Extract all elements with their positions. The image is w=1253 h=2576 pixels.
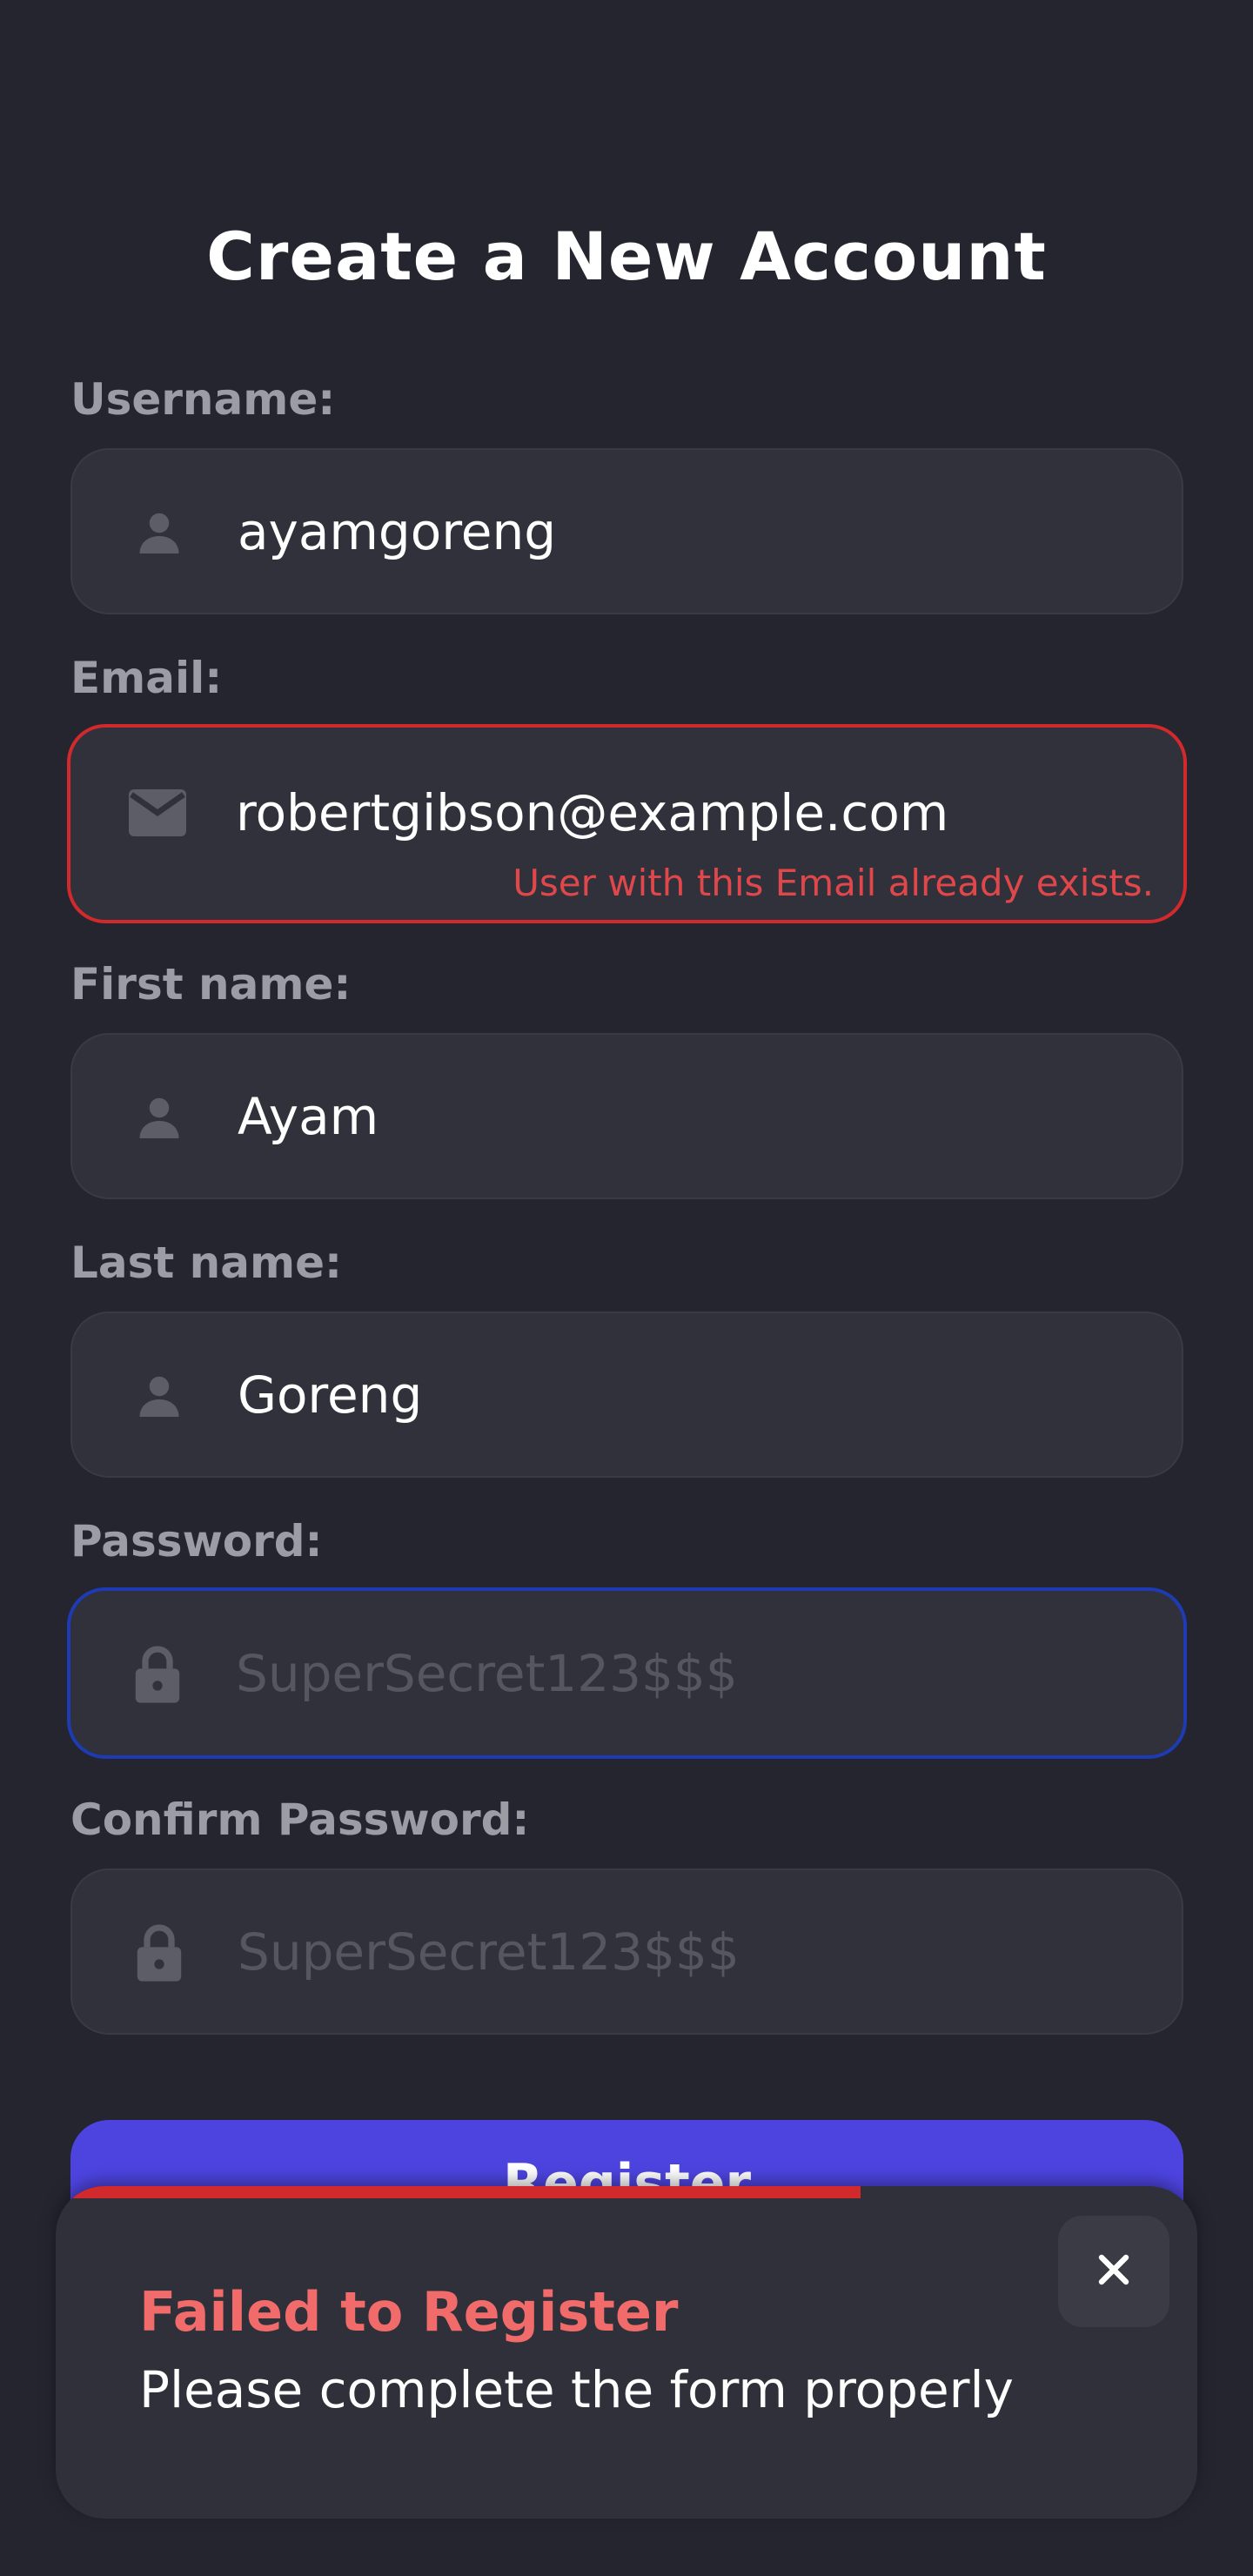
lock-icon xyxy=(124,1640,191,1707)
email-error-message: User with this Email already exists. xyxy=(513,862,1154,904)
first-name-field-container[interactable] xyxy=(70,1033,1183,1199)
password-field-container[interactable] xyxy=(67,1587,1187,1759)
last-name-input[interactable] xyxy=(238,1359,1147,1430)
confirm-password-input[interactable] xyxy=(238,1916,1147,1987)
page-title: Create a New Account xyxy=(206,218,1047,295)
toast-progress-bar xyxy=(73,2186,861,2198)
email-label: Email: xyxy=(70,653,223,703)
error-toast: Failed to Register Please complete the f… xyxy=(56,2186,1197,2519)
confirm-password-field-container[interactable] xyxy=(70,1868,1183,2035)
password-label: Password: xyxy=(70,1516,323,1566)
person-icon xyxy=(126,1083,192,1150)
lock-icon xyxy=(126,1919,192,1985)
last-name-label: Last name: xyxy=(70,1238,343,1288)
toast-title: Failed to Register xyxy=(139,2280,679,2344)
toast-message: Please complete the form properly xyxy=(139,2360,1014,2419)
username-label: Username: xyxy=(70,374,336,425)
username-field-container[interactable] xyxy=(70,448,1183,614)
last-name-field-container[interactable] xyxy=(70,1311,1183,1478)
person-icon xyxy=(126,499,192,565)
first-name-input[interactable] xyxy=(238,1081,1147,1151)
password-input[interactable] xyxy=(236,1638,1149,1708)
close-icon xyxy=(1096,2252,1131,2291)
confirm-password-label: Confirm Password: xyxy=(70,1794,530,1845)
username-input[interactable] xyxy=(238,496,1147,567)
toast-close-button[interactable] xyxy=(1058,2216,1169,2327)
email-field-container[interactable]: User with this Email already exists. xyxy=(67,724,1187,923)
mail-icon xyxy=(124,780,191,846)
first-name-label: First name: xyxy=(70,959,352,1010)
email-input[interactable] xyxy=(236,778,1149,848)
person-icon xyxy=(126,1362,192,1428)
